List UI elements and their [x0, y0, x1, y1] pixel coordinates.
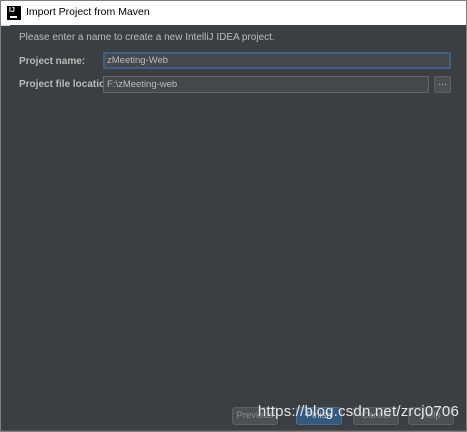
- import-project-dialog: IJ Import Project from Maven Please ente…: [0, 0, 467, 432]
- dialog-content: Please enter a name to create a new Inte…: [10, 25, 466, 431]
- project-location-input[interactable]: [103, 76, 429, 93]
- dialog-titlebar[interactable]: IJ Import Project from Maven: [1, 1, 466, 26]
- watermark-text: https://blog.csdn.net/zrcj0706: [257, 403, 459, 420]
- dialog-title: Import Project from Maven: [26, 6, 150, 18]
- project-name-input[interactable]: [103, 52, 451, 69]
- instruction-text: Please enter a name to create a new Inte…: [19, 32, 275, 43]
- project-location-label: Project file location:: [19, 79, 115, 90]
- intellij-idea-icon: IJ: [7, 6, 21, 20]
- project-name-label: Project name:: [19, 56, 86, 67]
- browse-button[interactable]: ...: [434, 76, 451, 93]
